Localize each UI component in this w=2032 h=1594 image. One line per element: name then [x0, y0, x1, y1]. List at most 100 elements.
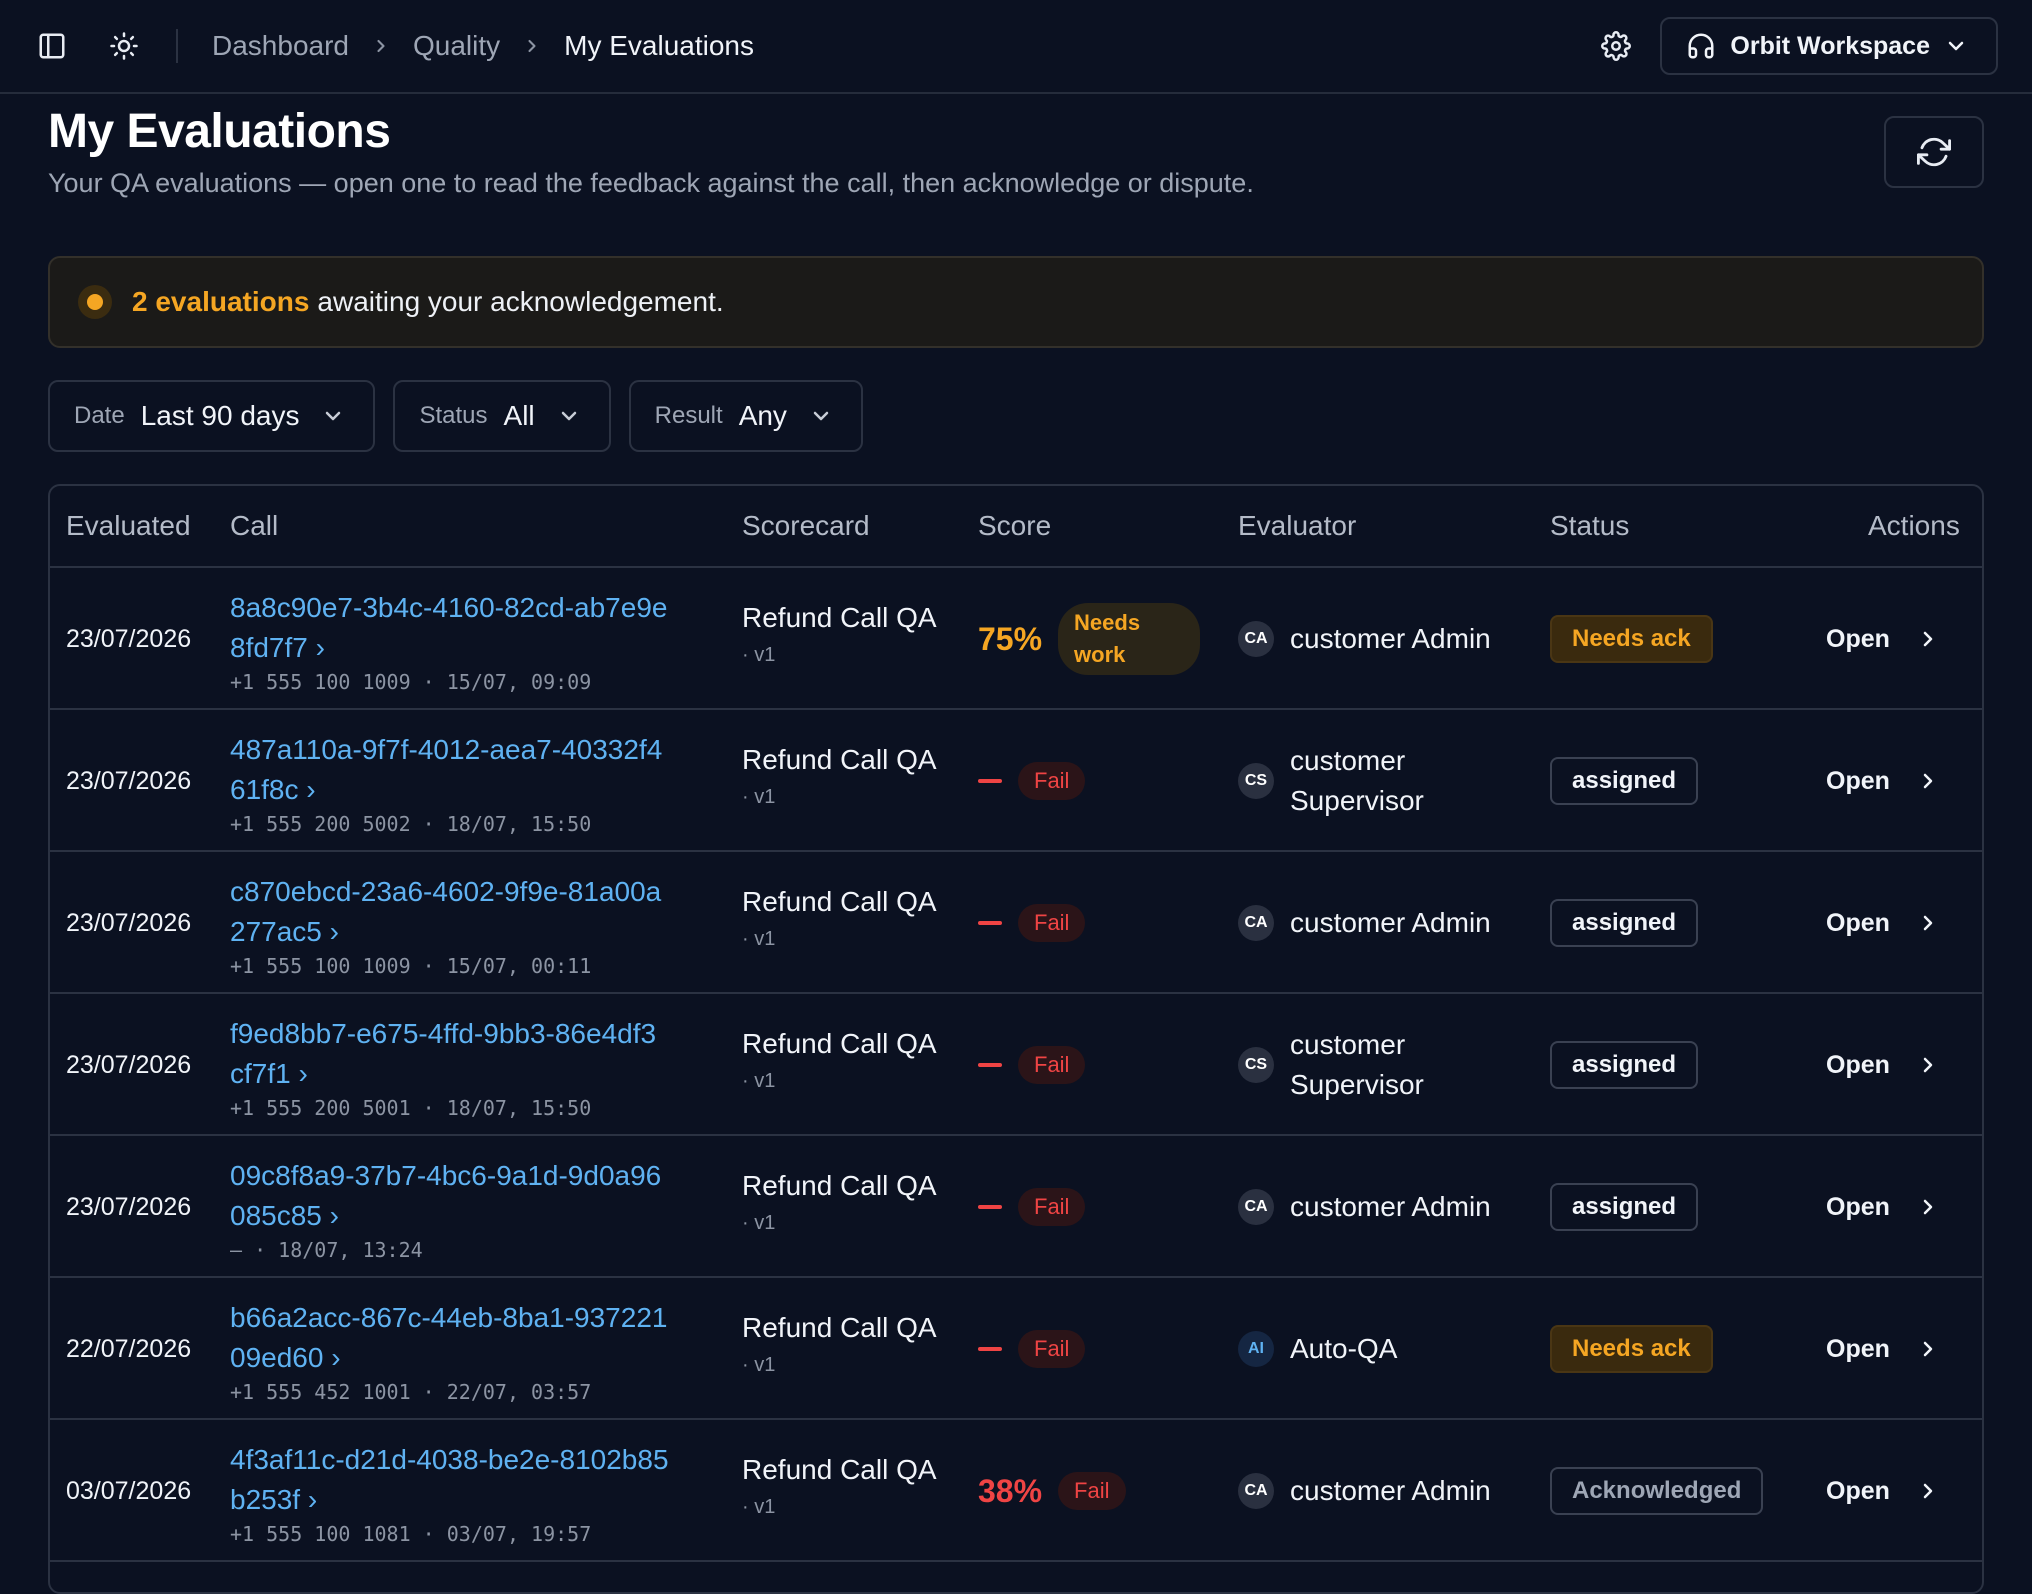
status-cell: Needs ack	[1550, 1278, 1713, 1420]
score-cell: 38% Fail	[978, 1420, 1126, 1562]
scorecard-name: Refund Call QA	[742, 1454, 937, 1485]
evaluated-date: 03/07/2026	[66, 1476, 192, 1505]
scorecard-version: · v1	[742, 786, 776, 808]
avatar: CS	[1238, 763, 1274, 799]
page-title: My Evaluations	[48, 105, 391, 158]
workspace-switcher-button[interactable]: Orbit Workspace	[1660, 17, 1998, 75]
column-header-status[interactable]: Status	[1550, 510, 1629, 542]
result-pill: Fail	[1018, 1330, 1086, 1368]
open-action[interactable]: Open	[1826, 1136, 1940, 1278]
open-action[interactable]: Open	[1826, 568, 1940, 710]
chevron-down-icon	[326, 411, 341, 421]
top-bar: Dashboard Quality My Evaluations Orbit W…	[0, 0, 2032, 94]
breadcrumb-quality[interactable]: Quality	[413, 30, 500, 62]
column-header-scorecard[interactable]: Scorecard	[742, 510, 870, 542]
evaluator-name: customer Supervisor	[1290, 1029, 1424, 1100]
scorecard-cell: Refund Call QA · v1	[742, 1312, 937, 1377]
evaluator-name: customer Admin	[1290, 1475, 1491, 1506]
column-header-evaluator[interactable]: Evaluator	[1238, 510, 1356, 542]
table-row[interactable]: 23/07/2026 09c8f8a9-37b7-4bc6-9a1d-9d0a96…	[50, 1136, 1982, 1278]
status-cell: assigned	[1550, 994, 1699, 1136]
column-header-evaluated[interactable]: Evaluated	[66, 510, 191, 542]
column-header-score[interactable]: Score	[978, 510, 1051, 542]
call-link[interactable]: b66a2acc-867c-44eb-8ba1-93722109ed60 ›	[230, 1298, 670, 1378]
refresh-button[interactable]	[1884, 116, 1984, 188]
result-pill: Fail	[1018, 1188, 1086, 1226]
score-empty	[978, 1205, 1002, 1209]
filter-bar: Date Last 90 days Status All Result Any	[48, 380, 863, 452]
filter-value: Any	[738, 400, 787, 431]
status-cell: assigned	[1550, 852, 1699, 994]
call-link[interactable]: f9ed8bb7-e675-4ffd-9bb3-86e4df3cf7f1 ›	[230, 1014, 670, 1094]
status-filter[interactable]: Status All	[393, 380, 611, 452]
call-meta: +1 555 200 5001 · 18/07, 15:50	[230, 1096, 592, 1120]
status-dot-icon	[78, 285, 112, 319]
date-filter[interactable]: Date Last 90 days	[48, 380, 376, 452]
status-badge: Needs ack	[1550, 615, 1713, 663]
chevron-right-icon	[528, 39, 536, 53]
table-row[interactable]: 23/07/2026 487a110a-9f7f-4012-aea7-40332f…	[50, 710, 1982, 852]
call-link[interactable]: 8a8c90e7-3b4c-4160-82cd-ab7e9e8fd7f7 ›	[230, 588, 670, 668]
evaluated-date: 23/07/2026	[66, 766, 192, 795]
result-pill: Fail	[1018, 904, 1086, 942]
call-cell: 4f3af11c-d21d-4038-be2e-8102b85b253f › +1…	[230, 1440, 670, 1546]
column-header-actions: Actions	[1868, 510, 1960, 541]
gear-icon[interactable]	[1598, 28, 1634, 64]
open-action[interactable]: Open	[1826, 852, 1940, 994]
status-cell: assigned	[1550, 710, 1699, 852]
open-label: Open	[1826, 1192, 1890, 1221]
open-action[interactable]: Open	[1826, 710, 1940, 852]
chevron-right-icon	[1923, 1199, 1933, 1215]
page-subtitle: Your QA evaluations — open one to read t…	[48, 168, 1254, 198]
open-action[interactable]: Open	[1826, 1278, 1940, 1420]
table-row[interactable]: 23/07/2026 c870ebcd-23a6-4602-9f9e-81a00a…	[50, 852, 1982, 994]
sun-icon[interactable]	[106, 28, 142, 64]
sidebar-toggle-icon[interactable]	[34, 28, 70, 64]
call-link[interactable]: 487a110a-9f7f-4012-aea7-40332f461f8c ›	[230, 730, 670, 810]
score-empty	[978, 779, 1002, 783]
table-row[interactable]: 03/07/2026 4f3af11c-d21d-4038-be2e-8102b8…	[50, 1420, 1982, 1562]
call-cell: 487a110a-9f7f-4012-aea7-40332f461f8c › +1…	[230, 730, 670, 836]
call-cell: f9ed8bb7-e675-4ffd-9bb3-86e4df3cf7f1 › +1…	[230, 1014, 670, 1120]
table-row[interactable]: 22/07/2026 b66a2acc-867c-44eb-8ba1-937221…	[50, 1278, 1982, 1420]
open-label: Open	[1826, 1050, 1890, 1079]
open-label: Open	[1826, 766, 1890, 795]
avatar: CA	[1238, 1473, 1274, 1509]
scorecard-cell: Refund Call QA · v1	[742, 1170, 937, 1235]
scorecard-version: · v1	[742, 1212, 776, 1234]
scorecard-name: Refund Call QA	[742, 1170, 937, 1201]
table-row[interactable]: 23/07/2026 8a8c90e7-3b4c-4160-82cd-ab7e9e…	[50, 568, 1982, 710]
evaluator-cell: AI Auto-QA	[1238, 1278, 1397, 1420]
column-header-call[interactable]: Call	[230, 510, 278, 542]
open-action[interactable]: Open	[1826, 994, 1940, 1136]
call-link[interactable]: 09c8f8a9-37b7-4bc6-9a1d-9d0a96085c85 ›	[230, 1156, 670, 1236]
result-filter[interactable]: Result Any	[628, 380, 863, 452]
score-cell: Fail	[978, 1136, 1086, 1278]
status-badge: Needs ack	[1550, 1325, 1713, 1373]
score-empty	[978, 1063, 1002, 1067]
call-link[interactable]: c870ebcd-23a6-4602-9f9e-81a00a277ac5 ›	[230, 872, 670, 952]
avatar: CA	[1238, 1189, 1274, 1225]
breadcrumb-dashboard[interactable]: Dashboard	[212, 30, 349, 62]
call-cell: 09c8f8a9-37b7-4bc6-9a1d-9d0a96085c85 › — …	[230, 1156, 670, 1262]
evaluator-cell: CA customer Admin	[1238, 1136, 1491, 1278]
scorecard-cell: Refund Call QA · v1	[742, 886, 937, 951]
call-cell: 8a8c90e7-3b4c-4160-82cd-ab7e9e8fd7f7 › +1…	[230, 588, 670, 694]
workspace-name: Orbit Workspace	[1730, 31, 1930, 60]
chevron-down-icon	[561, 411, 576, 421]
open-action[interactable]: Open	[1826, 1420, 1940, 1562]
score-cell: Fail	[978, 994, 1086, 1136]
refresh-icon	[1917, 137, 1951, 167]
result-pill: Fail	[1058, 1472, 1126, 1510]
call-link[interactable]: 4f3af11c-d21d-4038-be2e-8102b85b253f ›	[230, 1440, 670, 1520]
evaluated-date: 23/07/2026	[66, 1050, 192, 1079]
open-label: Open	[1826, 1476, 1890, 1505]
breadcrumb-current: My Evaluations	[564, 30, 755, 61]
scorecard-name: Refund Call QA	[742, 744, 937, 775]
status-badge: assigned	[1550, 1041, 1699, 1089]
filter-label: Date	[74, 402, 125, 429]
evaluator-cell: CA customer Admin	[1238, 568, 1491, 710]
score-cell: Fail	[978, 852, 1086, 994]
scorecard-cell: Refund Call QA · v1	[742, 1454, 937, 1519]
table-row[interactable]: 23/07/2026 f9ed8bb7-e675-4ffd-9bb3-86e4df…	[50, 994, 1982, 1136]
